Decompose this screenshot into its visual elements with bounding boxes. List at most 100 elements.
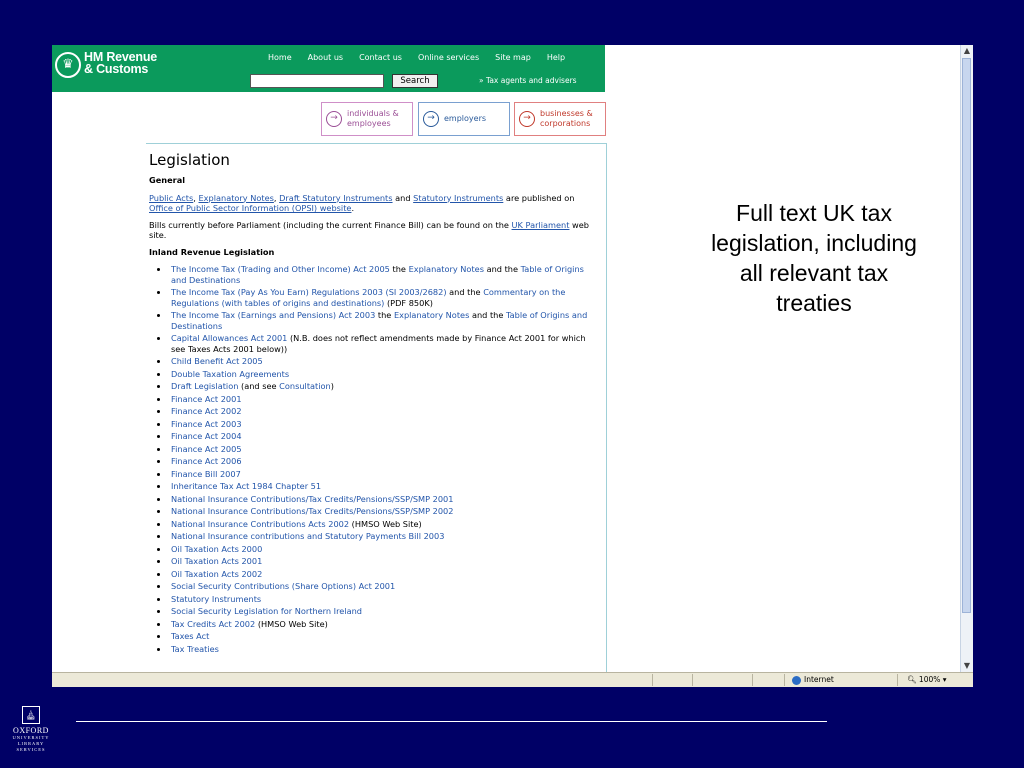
legislation-link[interactable]: Statutory Instruments — [171, 594, 261, 604]
oxford-library-logo: ⛪︎ OXFORD UNIVERSITY LIBRARY SERVICES — [6, 706, 56, 753]
browser-screenshot: ♛ HM Revenue & Customs Home About us Con… — [52, 45, 973, 687]
legislation-item: Finance Act 2002 — [169, 406, 599, 417]
legislation-link[interactable]: Finance Act 2005 — [171, 444, 242, 454]
legislation-link[interactable]: Finance Act 2002 — [171, 406, 242, 416]
link-opsi-website[interactable]: Office of Public Sector Information (OPS… — [149, 203, 351, 213]
legislation-link[interactable]: Double Taxation Agreements — [171, 369, 289, 379]
status-divider — [752, 674, 753, 686]
top-nav: Home About us Contact us Online services… — [268, 53, 581, 62]
legislation-item: Finance Act 2006 — [169, 456, 599, 467]
legislation-text: and the — [446, 287, 484, 297]
legislation-list: The Income Tax (Trading and Other Income… — [149, 264, 599, 654]
scroll-down-icon[interactable]: ▼ — [961, 660, 973, 672]
legislation-item: National Insurance Contributions/Tax Cre… — [169, 494, 599, 505]
legislation-link[interactable]: Inheritance Tax Act 1984 Chapter 51 — [171, 481, 321, 491]
legislation-item: The Income Tax (Pay As You Earn) Regulat… — [169, 287, 599, 308]
legislation-link[interactable]: National Insurance Contributions/Tax Cre… — [171, 494, 453, 504]
tab-individuals-employees[interactable]: → individuals & employees — [321, 102, 413, 136]
tab-label: individuals & employees — [347, 109, 399, 129]
hmrc-logo[interactable]: HM Revenue & Customs — [84, 51, 157, 76]
security-zone: Internet — [792, 675, 834, 685]
legislation-link[interactable]: Taxes Act — [171, 631, 209, 641]
legislation-link[interactable]: National Insurance Contributions/Tax Cre… — [171, 506, 453, 516]
scroll-thumb[interactable] — [962, 58, 971, 613]
legislation-link[interactable]: Draft Legislation — [171, 381, 238, 391]
zoom-control[interactable]: 🔍︎ 100% ▾ — [907, 675, 947, 684]
legislation-item: Tax Credits Act 2002 (HMSO Web Site) — [169, 619, 599, 630]
oxford-logo-line4: SERVICES — [16, 747, 46, 752]
status-bar: Internet 🔍︎ 100% ▾ — [52, 672, 973, 687]
nav-home[interactable]: Home — [268, 53, 292, 62]
legislation-item: National Insurance Contributions/Tax Cre… — [169, 506, 599, 517]
link-explanatory-notes[interactable]: Explanatory Notes — [199, 193, 274, 203]
legislation-link[interactable]: Tax Treaties — [171, 644, 219, 654]
arrow-right-icon: → — [326, 111, 342, 127]
legislation-item: Child Benefit Act 2005 — [169, 356, 599, 367]
tab-label: businesses & corporations — [540, 109, 593, 129]
legislation-link[interactable]: National Insurance contributions and Sta… — [171, 531, 444, 541]
section-heading-general: General — [149, 175, 186, 185]
legislation-link[interactable]: Oil Taxation Acts 2002 — [171, 569, 262, 579]
general-paragraph: Public Acts, Explanatory Notes, Draft St… — [149, 193, 599, 214]
legislation-link[interactable]: Oil Taxation Acts 2000 — [171, 544, 262, 554]
tab-employers[interactable]: → employers — [418, 102, 510, 136]
legislation-link[interactable]: Social Security Contributions (Share Opt… — [171, 581, 395, 591]
logo-line2: & Customs — [84, 62, 149, 76]
legislation-text: (HMSO Web Site) — [349, 518, 422, 529]
link-draft-statutory-instruments[interactable]: Draft Statutory Instruments — [279, 193, 392, 203]
tax-agents-link[interactable]: » Tax agents and advisers — [479, 76, 577, 85]
page-title: Legislation — [149, 151, 230, 169]
legislation-link[interactable]: Explanatory Notes — [394, 310, 469, 320]
status-divider — [897, 674, 898, 686]
legislation-link[interactable]: Finance Bill 2007 — [171, 469, 241, 479]
nav-contact-us[interactable]: Contact us — [359, 53, 402, 62]
legislation-link[interactable]: The Income Tax (Trading and Other Income… — [171, 264, 390, 274]
legislation-item: Oil Taxation Acts 2002 — [169, 569, 599, 580]
legislation-link[interactable]: The Income Tax (Earnings and Pensions) A… — [171, 310, 375, 320]
legislation-item: Finance Act 2005 — [169, 444, 599, 455]
tab-label-line2: employees — [347, 119, 391, 128]
legislation-link[interactable]: Finance Act 2001 — [171, 394, 242, 404]
legislation-link[interactable]: Explanatory Notes — [409, 264, 484, 274]
tab-label: employers — [444, 114, 487, 123]
legislation-text: the — [375, 310, 394, 320]
status-divider — [652, 674, 653, 686]
arrow-right-icon: → — [423, 111, 439, 127]
legislation-text: the — [389, 264, 409, 274]
status-divider — [692, 674, 693, 686]
text: . — [351, 203, 355, 213]
legislation-link[interactable]: National Insurance Contributions Acts 20… — [171, 519, 349, 529]
scroll-up-icon[interactable]: ▲ — [961, 45, 973, 57]
slide-caption: Full text UK tax legislation, including … — [711, 200, 917, 316]
legislation-link[interactable]: Consultation — [279, 381, 331, 391]
nav-online-services[interactable]: Online services — [418, 53, 479, 62]
legislation-link[interactable]: The Income Tax (Pay As You Earn) Regulat… — [171, 287, 447, 297]
legislation-link[interactable]: Finance Act 2006 — [171, 456, 242, 466]
text: are published on — [503, 192, 575, 203]
nav-help[interactable]: Help — [547, 53, 565, 62]
tab-label-line2: corporations — [540, 119, 591, 128]
legislation-text: and the — [483, 264, 521, 274]
zoom-icon: 🔍︎ — [907, 675, 917, 684]
vertical-scrollbar[interactable]: ▲ ▼ — [960, 45, 973, 672]
chevron-down-icon[interactable]: ▾ — [943, 675, 947, 684]
search-input[interactable] — [250, 74, 384, 88]
legislation-link[interactable]: Social Security Legislation for Northern… — [171, 606, 362, 616]
legislation-link[interactable]: Capital Allowances Act 2001 — [171, 333, 287, 343]
legislation-link[interactable]: Finance Act 2004 — [171, 431, 242, 441]
link-public-acts[interactable]: Public Acts — [149, 193, 193, 203]
legislation-link[interactable]: Tax Credits Act 2002 — [171, 619, 255, 629]
oxford-crest-icon: ⛪︎ — [22, 706, 40, 724]
link-statutory-instruments[interactable]: Statutory Instruments — [413, 193, 503, 203]
nav-site-map[interactable]: Site map — [495, 53, 531, 62]
link-uk-parliament[interactable]: UK Parliament — [512, 220, 570, 230]
legislation-text: ) — [330, 381, 334, 391]
legislation-link[interactable]: Child Benefit Act 2005 — [171, 356, 263, 366]
search-button[interactable]: Search — [392, 74, 438, 88]
nav-about-us[interactable]: About us — [308, 53, 343, 62]
legislation-item: Oil Taxation Acts 2000 — [169, 544, 599, 555]
tab-businesses-corporations[interactable]: → businesses & corporations — [514, 102, 606, 136]
slide-divider-line — [76, 721, 827, 722]
legislation-link[interactable]: Finance Act 2003 — [171, 419, 242, 429]
legislation-link[interactable]: Oil Taxation Acts 2001 — [171, 556, 262, 566]
